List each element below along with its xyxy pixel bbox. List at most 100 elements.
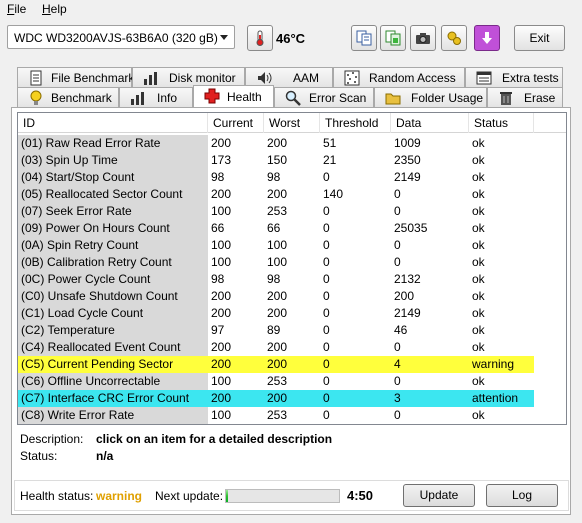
table-row[interactable]: (0B) Calibration Retry Count 100 100 0 0 ok [18,254,566,271]
tab-extra-tests[interactable]: Extra tests [465,67,563,87]
cell-current: 173 [211,153,232,167]
copy-text-button[interactable] [351,25,377,51]
cell-current: 66 [211,221,225,235]
drive-select[interactable]: WDC WD3200AVJS-63B6A0 (320 gB) [7,25,235,49]
table-row[interactable]: (C0) Unsafe Shutdown Count 200 200 0 200 ok [18,288,566,305]
column-header-id[interactable]: ID [18,113,208,133]
table-row[interactable]: (04) Start/Stop Count 98 98 0 2149 ok [18,169,566,186]
cell-id: (0A) Spin Retry Count [18,237,208,254]
cell-threshold: 0 [320,356,391,373]
cell-current: 200 [211,187,232,201]
tab-file-benchmark[interactable]: File Benchmark [17,67,134,87]
cell-threshold: 140 [323,187,344,201]
table-row[interactable]: (0C) Power Cycle Count 98 98 0 2132 ok [18,271,566,288]
column-header-threshold[interactable]: Threshold [320,113,391,133]
table-row[interactable]: (09) Power On Hours Count 66 66 0 25035 ok [18,220,566,237]
thermometer-icon [256,30,264,46]
cell-threshold: 0 [323,238,330,252]
health-status-label: Health status: [20,489,94,503]
health-status-value: warning [96,489,143,503]
cell-current: 200 [211,340,232,354]
tab-info[interactable]: Info [119,87,193,107]
smart-table[interactable]: ID Current Worst Threshold Data Status (… [17,112,567,425]
cell-current: 200 [211,136,232,150]
tab-random-access[interactable]: Random Access [333,67,465,87]
screenshot-button[interactable] [410,25,436,51]
tab-aam[interactable]: AAM [245,67,333,87]
cell-data: 0 [394,187,401,201]
table-row[interactable]: (C8) Write Error Rate 100 253 0 0 ok [18,407,566,424]
tab-health[interactable]: Health [193,85,274,107]
menu-help[interactable]: Help [42,2,67,16]
speaker-icon [258,72,272,84]
update-button[interactable]: Update [403,484,475,507]
cell-id: (C0) Unsafe Shutdown Count [18,288,208,305]
exit-button[interactable]: Exit [514,25,565,51]
cell-current: 98 [211,272,225,286]
cell-id: (C4) Reallocated Event Count [18,339,208,356]
cell-id: (05) Reallocated Sector Count [18,186,208,203]
cell-threshold: 0 [323,374,330,388]
copy-image-button[interactable] [380,25,406,51]
column-header-current[interactable]: Current [208,113,264,133]
cell-threshold: 51 [323,136,337,150]
cell-id: (C5) Current Pending Sector [18,356,208,373]
table-row[interactable]: (C1) Load Cycle Count 200 200 0 2149 ok [18,305,566,322]
cell-threshold: 0 [323,340,330,354]
cell-status: ok [472,255,485,269]
cell-id: (C6) Offline Uncorrectable [18,373,208,390]
cell-status: ok [472,306,485,320]
cell-worst: 253 [267,374,288,388]
temperature-button[interactable] [247,25,273,51]
cell-id: (C7) Interface CRC Error Count [18,390,208,407]
table-row[interactable]: (C5) Current Pending Sector 200 200 0 4 warni… [18,356,566,373]
cell-current: 100 [211,255,232,269]
cell-worst: 89 [267,323,281,337]
cell-data: 3 [391,390,469,407]
save-button[interactable] [474,25,500,51]
cell-data: 25035 [394,221,428,235]
description-label: Description: [20,432,84,446]
table-row[interactable]: (03) Spin Up Time 173 150 21 2350 ok [18,152,566,169]
cell-worst: 253 [267,204,288,218]
column-header-data[interactable]: Data [391,113,469,133]
chevron-down-icon [220,35,228,40]
menu-file[interactable]: File [7,2,26,16]
cell-id: (C2) Temperature [18,322,208,339]
table-row[interactable]: (C6) Offline Uncorrectable 100 253 0 0 ok [18,373,566,390]
tab-disk-monitor[interactable]: Disk monitor [132,67,245,87]
cell-data: 1009 [394,136,421,150]
temperature-readout: 46°C [276,31,306,46]
cell-id: (C8) Write Error Rate [18,407,208,424]
cell-current: 200 [208,356,264,373]
cell-data: 2350 [394,153,421,167]
table-row[interactable]: (0A) Spin Retry Count 100 100 0 0 ok [18,237,566,254]
tab-erase[interactable]: Erase [487,87,563,107]
table-row[interactable]: (01) Raw Read Error Rate 200 200 51 1009 ok [18,135,566,152]
table-row[interactable]: (07) Seek Error Rate 100 253 0 0 ok [18,203,566,220]
cell-id: (0B) Calibration Retry Count [18,254,208,271]
cell-status: ok [472,221,485,235]
cell-status: ok [472,204,485,218]
table-row[interactable]: (05) Reallocated Sector Count 200 200 140 0 o… [18,186,566,203]
cell-threshold: 0 [323,408,330,422]
options-button[interactable] [441,25,467,51]
tab-benchmark[interactable]: Benchmark [17,87,119,107]
tab-error-scan[interactable]: Error Scan [274,87,374,107]
status-label: Status: [20,449,58,463]
tab-folder-usage[interactable]: Folder Usage [374,87,487,107]
cell-threshold: 0 [323,170,330,184]
disk-monitor-icon [144,72,157,85]
table-row[interactable]: (C2) Temperature 97 89 0 46 ok [18,322,566,339]
camera-icon [416,33,430,44]
wrench-options-icon [447,31,461,45]
cell-threshold: 0 [323,272,330,286]
table-row[interactable]: (C7) Interface CRC Error Count 200 200 0 3 at… [18,390,566,407]
cell-status: ok [472,136,485,150]
table-row[interactable]: (C4) Reallocated Event Count 200 200 0 0 ok [18,339,566,356]
column-header-status[interactable]: Status [469,113,534,133]
column-header-worst[interactable]: Worst [264,113,320,133]
cell-current: 200 [208,390,264,407]
log-button[interactable]: Log [486,484,558,507]
cell-id: (0C) Power Cycle Count [18,271,208,288]
